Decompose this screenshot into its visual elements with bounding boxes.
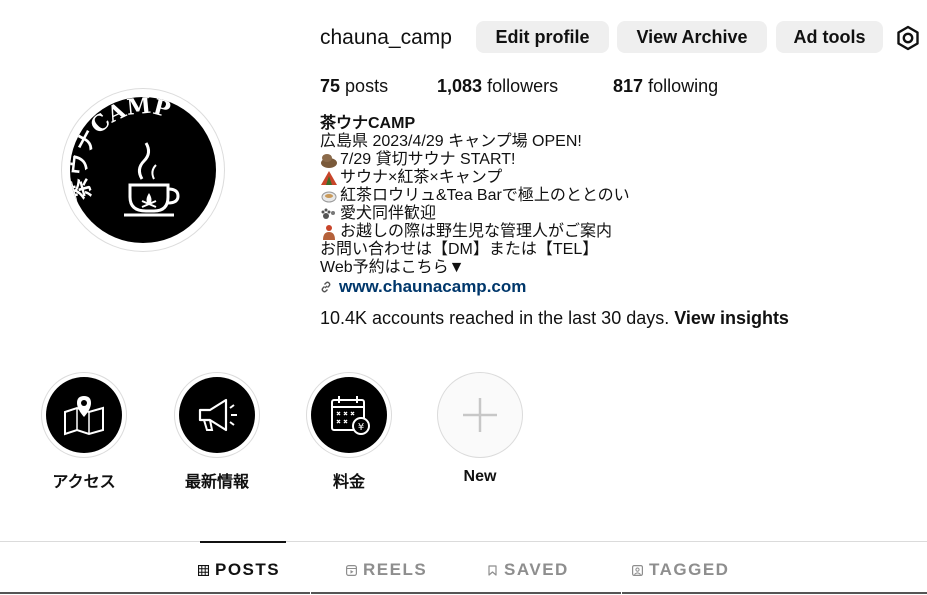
bio-line-text: 7/29 貸切サウナ START! bbox=[340, 151, 516, 168]
tab-tagged[interactable]: TAGGED bbox=[632, 560, 729, 580]
highlight-label: New bbox=[463, 468, 497, 485]
followers-label: followers bbox=[487, 76, 559, 96]
tabs-divider bbox=[0, 541, 927, 542]
person-icon bbox=[323, 225, 335, 240]
profile-avatar[interactable]: 茶ウナCAMP bbox=[61, 88, 225, 252]
insights-text: 10.4K accounts reached in the last 30 da… bbox=[320, 308, 670, 328]
grid-edge bbox=[622, 592, 927, 594]
username: chauna_camp bbox=[320, 26, 452, 49]
bio-line-text: 紅茶ロウリュ&Tea Barで極上のととのい bbox=[340, 187, 630, 204]
view-archive-button[interactable]: View Archive bbox=[617, 21, 767, 53]
tab-label: REELS bbox=[363, 560, 428, 579]
tab-label: POSTS bbox=[215, 560, 281, 579]
tab-saved[interactable]: SAVED bbox=[487, 560, 569, 580]
grid-edge bbox=[311, 592, 621, 594]
highlight-cover bbox=[46, 377, 122, 453]
svg-text:¥: ¥ bbox=[358, 422, 364, 433]
posts-label: posts bbox=[345, 76, 389, 96]
bookmark-icon bbox=[488, 564, 497, 576]
bio-line: サウナ×紅茶×キャンプ bbox=[320, 169, 630, 187]
active-tab-indicator bbox=[200, 541, 286, 543]
highlight-ring bbox=[41, 372, 127, 458]
svg-text:茶ウナCAMP: 茶ウナCAMP bbox=[70, 97, 173, 203]
avatar-logo-graphic: 茶ウナCAMP bbox=[70, 97, 180, 217]
following-count: 817 bbox=[613, 76, 644, 96]
highlight-ring bbox=[437, 372, 523, 458]
grid-edge bbox=[0, 592, 310, 594]
teacup-icon bbox=[321, 191, 337, 203]
bio-name: 茶ウナCAMP bbox=[320, 115, 416, 132]
followers-count: 1,083 bbox=[437, 76, 483, 96]
paw-prints-icon bbox=[321, 208, 335, 219]
bio-line: 7/29 貸切サウナ START! bbox=[320, 151, 630, 169]
highlight-ring bbox=[174, 372, 260, 458]
tag-icon bbox=[632, 564, 643, 576]
bio-line: お越しの際は野生児な管理人がご案内 bbox=[320, 223, 630, 241]
highlight-cover bbox=[179, 377, 255, 453]
map-pin-icon bbox=[64, 396, 104, 436]
tab-label: TAGGED bbox=[649, 560, 730, 579]
bio-line: Web予約はこちら▼ bbox=[320, 259, 465, 276]
view-insights-link[interactable]: View insights bbox=[674, 308, 789, 328]
posts-stat: 75 posts bbox=[320, 76, 388, 97]
gear-icon[interactable] bbox=[895, 25, 921, 51]
bio-line: 紅茶ロウリュ&Tea Barで極上のととのい bbox=[320, 187, 630, 205]
megaphone-icon bbox=[198, 398, 237, 432]
sauna-stones-icon bbox=[321, 154, 337, 168]
highlight-ring: ¥ bbox=[306, 372, 392, 458]
link-icon bbox=[321, 281, 331, 293]
highlight-news[interactable]: 最新情報 bbox=[172, 372, 262, 492]
highlight-access[interactable]: アクセス bbox=[39, 372, 129, 492]
bio-line: 愛犬同伴歓迎 bbox=[320, 205, 630, 223]
posts-count: 75 bbox=[320, 76, 341, 96]
insights-summary: 10.4K accounts reached in the last 30 da… bbox=[320, 308, 789, 329]
highlight-new[interactable]: New bbox=[435, 372, 525, 486]
bio-line-text: お越しの際は野生児な管理人がご案内 bbox=[340, 223, 613, 240]
following-label: following bbox=[648, 76, 719, 96]
followers-stat[interactable]: 1,083 followers bbox=[437, 76, 558, 97]
avatar-text: 茶ウナCAMP bbox=[70, 97, 173, 203]
tab-posts[interactable]: POSTS bbox=[198, 560, 280, 580]
bio-line: 広島県 2023/4/29 キャンプ場 OPEN! bbox=[320, 133, 582, 150]
highlight-label: アクセス bbox=[52, 474, 116, 491]
avatar-logo: 茶ウナCAMP bbox=[70, 97, 216, 243]
tab-label: SAVED bbox=[504, 560, 569, 579]
tab-reels[interactable]: REELS bbox=[346, 560, 427, 580]
ad-tools-button[interactable]: Ad tools bbox=[776, 21, 883, 53]
highlight-label: 料金 bbox=[332, 474, 365, 491]
following-stat[interactable]: 817 following bbox=[613, 76, 718, 97]
edit-profile-button[interactable]: Edit profile bbox=[476, 21, 609, 53]
website-url: www.chaunacamp.com bbox=[339, 277, 527, 296]
bio-line-text: サウナ×紅茶×キャンプ bbox=[340, 169, 503, 186]
reels-icon bbox=[346, 564, 357, 576]
plus-icon bbox=[463, 398, 497, 432]
highlight-label: 最新情報 bbox=[184, 474, 249, 491]
website-link[interactable]: www.chaunacamp.com bbox=[320, 277, 526, 297]
highlight-cover: ¥ bbox=[311, 377, 387, 453]
grid-icon bbox=[198, 564, 209, 576]
highlight-price[interactable]: ¥ 料金 bbox=[304, 372, 394, 492]
bio-line: お問い合わせは【DM】または【TEL】 bbox=[320, 241, 599, 258]
tent-icon bbox=[321, 171, 337, 185]
bio: 茶ウナCAMP 広島県 2023/4/29 キャンプ場 OPEN! 7/29 貸… bbox=[320, 115, 630, 277]
calendar-price-icon: ¥ bbox=[331, 396, 370, 435]
bio-line-text: 愛犬同伴歓迎 bbox=[340, 205, 437, 222]
